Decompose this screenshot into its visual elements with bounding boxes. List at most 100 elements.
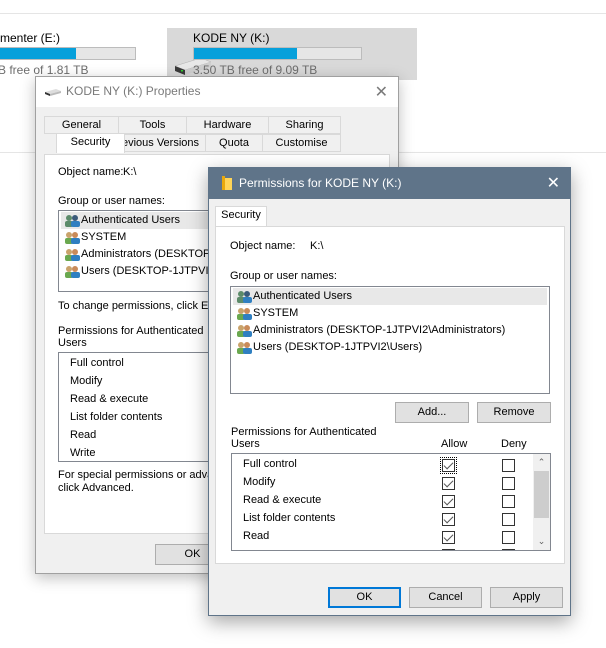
- object-name-label: Object name:: [58, 166, 124, 178]
- permissions-list: Full control Modify Read & execute List fol…: [231, 453, 551, 551]
- apply-button[interactable]: Apply: [490, 587, 563, 608]
- list-item[interactable]: Authenticated Users: [233, 288, 547, 305]
- special-permissions-text-2: click Advanced.: [58, 482, 134, 494]
- scroll-up-icon[interactable]: ⌃: [533, 454, 550, 471]
- scroll-thumb[interactable]: [534, 471, 549, 518]
- tab-sharing[interactable]: Sharing: [268, 116, 341, 134]
- permission-name: Modify: [243, 476, 276, 488]
- object-name-value: K:\: [123, 166, 137, 178]
- permission-name: Read: [70, 429, 97, 441]
- permissions-label: Permissions for Authenticated: [231, 426, 377, 438]
- change-permissions-text: To change permissions, click Ed: [58, 300, 215, 312]
- cancel-button[interactable]: Cancel: [409, 587, 482, 608]
- list-item[interactable]: Users (DESKTOP-1JTPVI2: [61, 263, 215, 280]
- permission-name: Full control: [70, 357, 124, 369]
- tab-customise[interactable]: Customise: [262, 134, 341, 152]
- drive-free-space: B free of 1.81 TB: [0, 63, 89, 77]
- user-name: Users (DESKTOP-1JTPVI2: [81, 265, 215, 277]
- security-panel: Object name: K:\ Group or user names: Au…: [215, 226, 565, 564]
- permission-name: Read & execute: [70, 393, 149, 405]
- deny-checkbox[interactable]: [502, 513, 515, 526]
- allow-column-header: Allow: [441, 438, 468, 450]
- permission-name: Full control: [243, 458, 297, 470]
- drive-usage-fill: [194, 48, 297, 59]
- tab-general[interactable]: General: [44, 116, 119, 134]
- allow-checkbox[interactable]: [442, 477, 455, 490]
- user-name: Authenticated Users: [253, 290, 353, 302]
- user-name: Administrators (DESKTOP-1JTPVI2\Administ…: [253, 324, 506, 336]
- group-label: Group or user names:: [58, 195, 165, 207]
- scroll-down-icon[interactable]: ⌄: [533, 533, 550, 550]
- deny-checkbox[interactable]: [502, 531, 515, 544]
- remove-button[interactable]: Remove: [477, 402, 551, 423]
- deny-column-header: Deny: [501, 438, 527, 450]
- scrollbar[interactable]: ⌃ ⌄: [533, 454, 550, 550]
- toolbar-divider: [0, 13, 606, 14]
- drive-name: KODE NY (K:): [193, 31, 270, 45]
- list-item[interactable]: Administrators (DESKTOP-1JTPVI2\Administ…: [233, 322, 505, 339]
- user-name: SYSTEM: [253, 307, 299, 319]
- object-name-value: K:\: [310, 240, 324, 252]
- permissions-label-2: Users: [58, 337, 87, 349]
- tab-security[interactable]: Security: [215, 206, 267, 226]
- drive-free-space: 3.50 TB free of 9.09 TB: [193, 63, 318, 77]
- users-icon: [237, 325, 252, 337]
- allow-checkbox[interactable]: [442, 549, 455, 550]
- list-item[interactable]: SYSTEM: [61, 229, 126, 246]
- users-icon: [65, 249, 80, 261]
- users-icon: [65, 232, 80, 244]
- group-label: Group or user names:: [230, 270, 337, 282]
- close-icon[interactable]: ✕: [547, 173, 560, 193]
- users-icon: [237, 342, 252, 354]
- permissions-label-2: Users: [231, 438, 260, 450]
- permissions-titlebar[interactable]: Permissions for KODE NY (K:) ✕: [209, 168, 570, 199]
- deny-checkbox[interactable]: [502, 477, 515, 490]
- add-button[interactable]: Add...: [395, 402, 469, 423]
- permission-name: Read & execute: [243, 494, 322, 506]
- permission-name: Write: [70, 447, 96, 459]
- allow-checkbox[interactable]: [442, 531, 455, 544]
- deny-checkbox[interactable]: [502, 459, 515, 472]
- permission-name: List folder contents: [243, 512, 336, 524]
- permissions-title: Permissions for KODE NY (K:): [239, 176, 402, 190]
- object-name-label: Object name:: [230, 240, 296, 252]
- allow-checkbox[interactable]: [442, 495, 455, 508]
- allow-checkbox[interactable]: [442, 513, 455, 526]
- deny-checkbox[interactable]: [502, 495, 515, 508]
- users-icon: [237, 291, 252, 303]
- permission-name: Modify: [70, 375, 103, 387]
- user-name: SYSTEM: [81, 231, 127, 243]
- properties-title: KODE NY (K:) Properties: [66, 84, 201, 98]
- tab-security[interactable]: Security: [56, 133, 125, 153]
- list-item[interactable]: SYSTEM: [233, 305, 298, 322]
- users-icon: [65, 215, 80, 227]
- tab-hardware[interactable]: Hardware: [186, 116, 269, 134]
- permissions-dialog: Permissions for KODE NY (K:) ✕ Object na…: [208, 167, 571, 616]
- user-name: Administrators (DESKTOP-1: [81, 248, 221, 260]
- users-icon: [237, 308, 252, 320]
- list-item[interactable]: Users (DESKTOP-1JTPVI2\Users): [233, 339, 422, 356]
- permission-name: Read: [243, 530, 270, 542]
- ok-button[interactable]: OK: [328, 587, 401, 608]
- user-list[interactable]: Authenticated Users SYSTEM Administrator…: [230, 286, 550, 394]
- user-name: Users (DESKTOP-1JTPVI2\Users): [253, 341, 423, 353]
- properties-titlebar[interactable]: KODE NY (K:) Properties ✕: [36, 77, 398, 107]
- tab-quota[interactable]: Quota: [205, 134, 263, 152]
- drive-tile-e[interactable]: menter (E:) B free of 1.81 TB: [0, 28, 165, 80]
- permission-name: List folder contents: [70, 411, 163, 423]
- drive-tile-k[interactable]: KODE NY (K:) 3.50 TB free of 9.09 TB: [167, 28, 417, 80]
- drive-usage-bar: [0, 47, 136, 60]
- list-item[interactable]: Administrators (DESKTOP-1: [61, 246, 220, 263]
- drive-usage-bar: [193, 47, 362, 60]
- special-permissions-text: For special permissions or advan: [58, 469, 220, 481]
- allow-checkbox[interactable]: [440, 457, 457, 474]
- drive-name: menter (E:): [0, 31, 61, 45]
- drive-icon: [45, 89, 61, 96]
- tab-tools[interactable]: Tools: [118, 116, 187, 134]
- user-name: Authenticated Users: [81, 214, 181, 226]
- drive-usage-fill: [0, 48, 76, 59]
- permissions-label: Permissions for Authenticated: [58, 325, 204, 337]
- folder-icon: [222, 176, 232, 190]
- deny-checkbox[interactable]: [502, 549, 515, 550]
- close-icon[interactable]: ✕: [375, 82, 388, 102]
